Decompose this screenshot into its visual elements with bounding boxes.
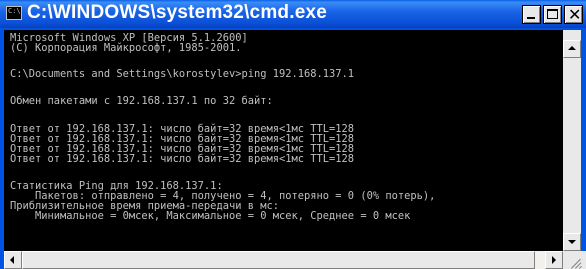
console-line: Обмен пакетами с 192.168.137.1 по 32 бай…: [10, 95, 273, 107]
vertical-scroll-thumb[interactable]: [563, 30, 581, 40]
console-output[interactable]: Microsoft Windows XP [Версия 5.1.2600] (…: [4, 30, 563, 251]
close-button[interactable]: ✕: [564, 5, 583, 24]
console-stats-line: Минимальное = 0мсек, Максимальное = 0 мс…: [10, 210, 411, 222]
scroll-left-button[interactable]: [4, 251, 22, 269]
scroll-right-button[interactable]: [545, 251, 563, 269]
arrow-down-icon: [568, 240, 576, 244]
maximize-icon: [547, 9, 558, 19]
window-frame-right: [581, 28, 586, 251]
arrow-right-icon: [552, 256, 556, 264]
window-title: C:\WINDOWS\system32\cmd.exe: [27, 2, 327, 23]
arrow-left-icon: [10, 256, 14, 264]
console-line: (С) Корпорация Майкрософт, 1985-2001.: [10, 42, 242, 54]
minimize-button[interactable]: [522, 5, 541, 24]
arrow-up-icon: [568, 46, 576, 50]
maximize-button[interactable]: [543, 5, 562, 24]
scroll-down-button[interactable]: [563, 233, 581, 251]
cmd-icon[interactable]: C:\: [6, 6, 22, 20]
console-reply-line: Ответ от 192.168.137.1: число байт=32 вр…: [10, 153, 355, 165]
title-bar[interactable]: C:\ C:\WINDOWS\system32\cmd.exe ✕: [0, 0, 586, 28]
cmd-window: C:\ C:\WINDOWS\system32\cmd.exe ✕ Micros…: [0, 0, 586, 269]
console-prompt-line: C:\Documents and Settings\korostylev>pin…: [10, 68, 355, 80]
vertical-scrollbar[interactable]: [563, 30, 581, 251]
scroll-up-button[interactable]: [563, 40, 581, 58]
minimize-icon: [527, 17, 535, 19]
horizontal-scroll-thumb[interactable]: [22, 251, 535, 269]
horizontal-scrollbar[interactable]: [4, 251, 563, 269]
grip-line: [579, 265, 582, 269]
close-icon: ✕: [568, 5, 582, 24]
cmd-icon-text: C:\: [8, 7, 21, 15]
resize-grip[interactable]: [563, 251, 586, 269]
